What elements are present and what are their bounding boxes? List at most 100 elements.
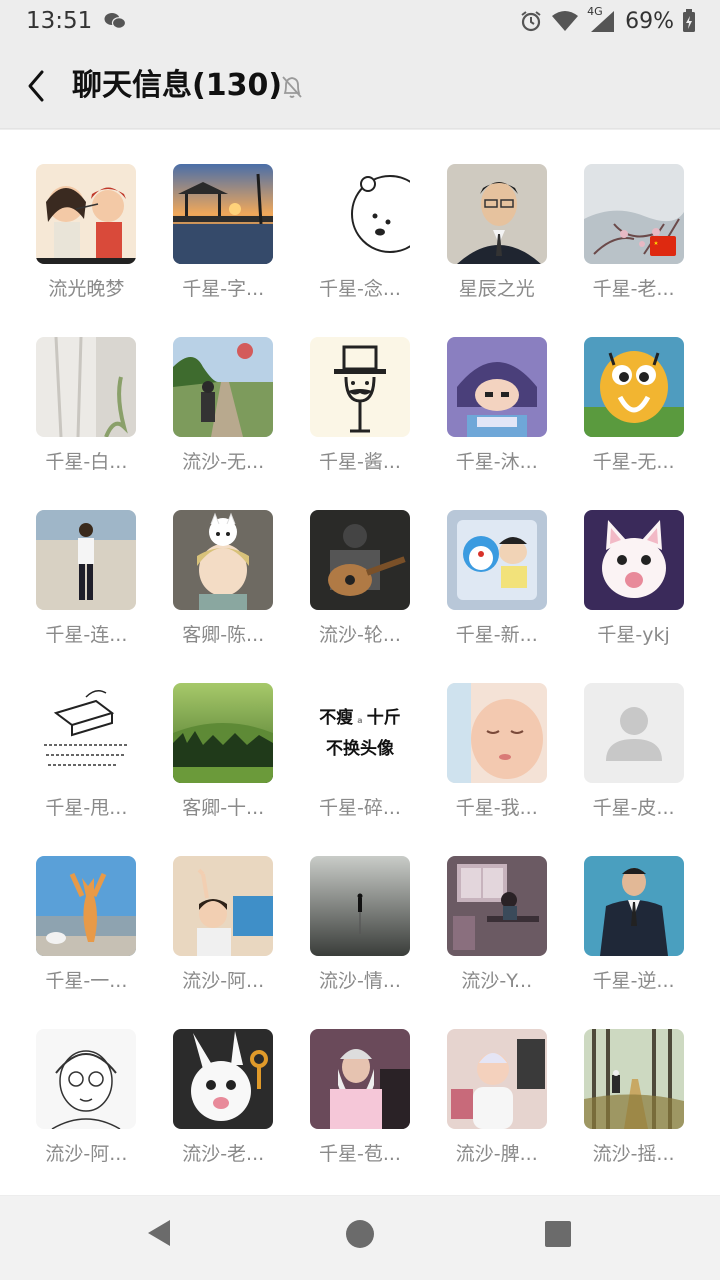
- member-name: 流沙-无...: [182, 451, 265, 473]
- foggy-beach-avatar: [309, 856, 410, 956]
- mute-bell-icon: [282, 76, 302, 98]
- member-item[interactable]: 千星-新...: [428, 510, 565, 683]
- member-name: 千星-我...: [455, 797, 538, 819]
- nav-back-icon[interactable]: [146, 1218, 172, 1248]
- member-item[interactable]: 千星-字...: [155, 164, 292, 337]
- member-name: 千星-新...: [455, 624, 538, 646]
- member-name: 流沙-摇...: [592, 1143, 675, 1165]
- text-slogan-avatar: 不瘦 a 十斤 不换头像: [309, 683, 410, 783]
- member-item[interactable]: 客卿-陈...: [155, 510, 292, 683]
- wifi-icon: [552, 11, 579, 31]
- mustache-hat-avatar: [309, 337, 410, 437]
- back-arrow-icon[interactable]: [20, 66, 56, 106]
- member-item[interactable]: 千星-逆...: [565, 856, 702, 1029]
- alarm-icon: [521, 11, 541, 32]
- member-name: 千星-白...: [45, 451, 128, 473]
- status-bar: 13:51 4G 69%: [0, 0, 720, 44]
- cell-signal: 4G: [587, 5, 615, 33]
- white-wall-avatar: [36, 337, 137, 437]
- white-rabbit-avatar: [173, 1029, 274, 1129]
- green-hills-avatar: [173, 683, 274, 783]
- member-item[interactable]: 千星-念...: [292, 164, 429, 337]
- anime-cat-avatar: [173, 510, 274, 610]
- member-name: 千星-皮...: [592, 797, 675, 819]
- member-name: 千星-无...: [592, 451, 675, 473]
- member-item[interactable]: 流沙-Y...: [428, 856, 565, 1029]
- member-name: 千星-沐...: [455, 451, 538, 473]
- member-item[interactable]: 星辰之光: [428, 164, 565, 337]
- member-name: 流沙-阿...: [182, 970, 265, 992]
- nav-recents-button[interactable]: [545, 1221, 571, 1247]
- battery-icon: [683, 9, 695, 32]
- path-walker-avatar: [173, 337, 274, 437]
- cartoon-couple-avatar: [36, 164, 137, 264]
- member-item[interactable]: 千星-甩...: [18, 683, 155, 856]
- man-portrait-avatar: [446, 164, 547, 264]
- member-name: 流沙-老...: [182, 1143, 265, 1165]
- member-name: 流沙-Y...: [461, 970, 533, 992]
- member-item[interactable]: 千星-ykj: [565, 510, 702, 683]
- nav-home-button[interactable]: [346, 1220, 374, 1248]
- member-item[interactable]: 千星-苞...: [292, 1029, 429, 1202]
- member-item[interactable]: 千星-沐...: [428, 337, 565, 510]
- member-item[interactable]: 流沙-轮...: [292, 510, 429, 683]
- member-item[interactable]: 千星-老...: [565, 164, 702, 337]
- member-name: 星辰之光: [458, 278, 535, 300]
- member-item[interactable]: 流光晚梦: [18, 164, 155, 337]
- member-name: 流沙-情...: [318, 970, 401, 992]
- white-kitten-avatar: [583, 510, 684, 610]
- white-bear-avatar: [309, 164, 410, 264]
- member-item[interactable]: 流沙-情...: [292, 856, 429, 1029]
- standing-man-avatar: [36, 510, 137, 610]
- member-item[interactable]: 流沙-阿...: [155, 856, 292, 1029]
- member-item[interactable]: 千星-我...: [428, 683, 565, 856]
- member-item[interactable]: 千星-连...: [18, 510, 155, 683]
- slogan-text: 不瘦 a 十斤 不换头像: [319, 707, 401, 759]
- sunset-pier-avatar: [173, 164, 274, 264]
- member-item[interactable]: 千星-酱...: [292, 337, 429, 510]
- cartoon-creature-avatar: [583, 337, 684, 437]
- member-name: 客卿-陈...: [182, 624, 265, 646]
- suit-man-avatar: [583, 856, 684, 956]
- doraemon-avatar: [446, 510, 547, 610]
- member-item[interactable]: 流沙-脾...: [428, 1029, 565, 1202]
- member-item[interactable]: 千星-一...: [18, 856, 155, 1029]
- member-item[interactable]: 千星-皮...: [565, 683, 702, 856]
- member-grid-panel: 流光晚梦 千星-字... 千星-念... 星辰之光 千星-老... 千星-白... 流沙-无…: [0, 130, 720, 1195]
- member-item[interactable]: 千星-白...: [18, 337, 155, 510]
- member-item[interactable]: 流沙-老...: [155, 1029, 292, 1202]
- child-playing-avatar: [173, 856, 274, 956]
- member-name: 千星-甩...: [45, 797, 128, 819]
- signal-icon: [591, 11, 615, 32]
- anime-boy-avatar: [446, 337, 547, 437]
- wechat-notification-icon: [104, 13, 126, 29]
- system-nav-bar: [0, 1196, 720, 1280]
- guitar-avatar: [309, 510, 410, 610]
- sketch-text-avatar: [36, 683, 137, 783]
- member-item[interactable]: 流沙-摇...: [565, 1029, 702, 1202]
- member-item[interactable]: 流沙-无...: [155, 337, 292, 510]
- member-name: 千星-念...: [318, 278, 401, 300]
- member-name: 流光晚梦: [48, 278, 125, 300]
- wizard-avatar: [309, 1029, 410, 1129]
- member-item[interactable]: 千星-无...: [565, 337, 702, 510]
- member-name: 客卿-十...: [182, 797, 265, 819]
- sketch-girl-avatar: [36, 1029, 137, 1129]
- member-name: 千星-老...: [592, 278, 675, 300]
- member-item[interactable]: 不瘦 a 十斤 不换头像 千星-碎...: [292, 683, 429, 856]
- toddler-avatar: [446, 1029, 547, 1129]
- member-grid: 流光晚梦 千星-字... 千星-念... 星辰之光 千星-老... 千星-白... 流沙-无…: [18, 164, 702, 1202]
- forest-path-avatar: [583, 1029, 684, 1129]
- member-name: 千星-字...: [182, 278, 265, 300]
- member-item[interactable]: 客卿-十...: [155, 683, 292, 856]
- member-name: 流沙-脾...: [455, 1143, 538, 1165]
- member-name: 千星-酱...: [318, 451, 401, 473]
- member-name: 千星-逆...: [592, 970, 675, 992]
- sleeping-baby-avatar: [446, 683, 547, 783]
- member-item[interactable]: 流沙-阿...: [18, 1029, 155, 1202]
- snow-branch-avatar: [583, 164, 684, 264]
- member-name: 流沙-轮...: [318, 624, 401, 646]
- status-icons: 4G 69%: [519, 5, 696, 36]
- page-title: 聊天信息(130): [72, 68, 283, 103]
- member-name: 流沙-阿...: [45, 1143, 128, 1165]
